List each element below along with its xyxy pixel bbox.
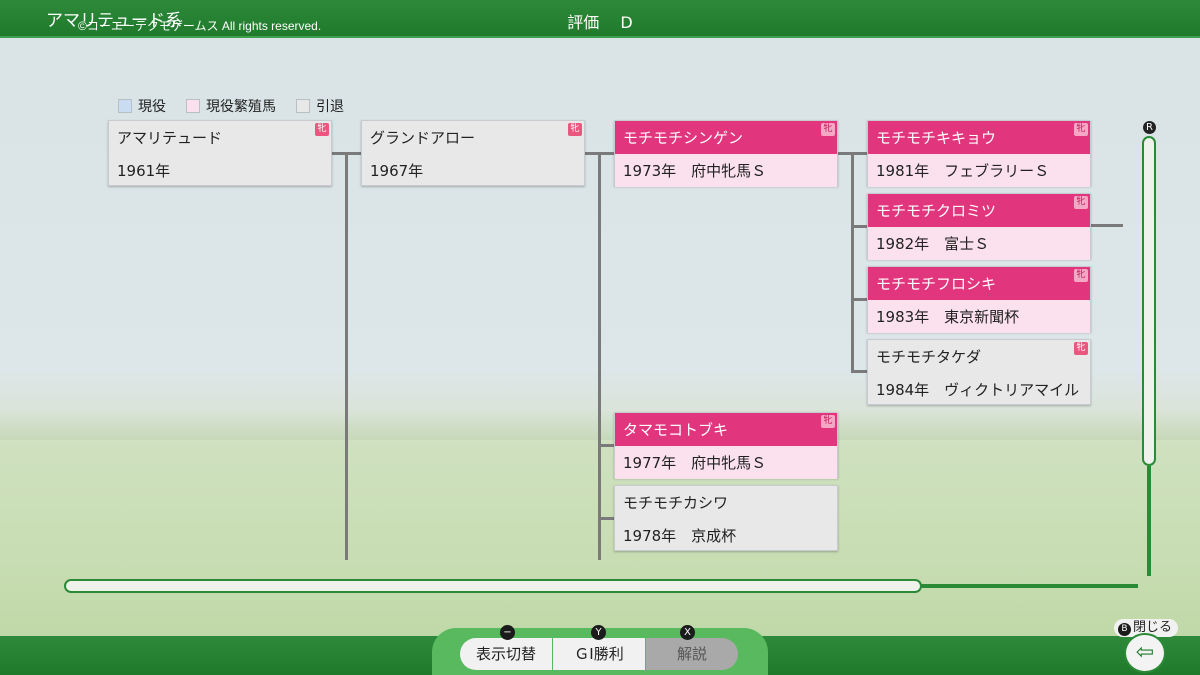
connector	[851, 225, 868, 228]
horse-card[interactable]: アマリテュード 1961年 牝	[108, 120, 332, 186]
female-badge: 牝	[821, 415, 835, 428]
commentary-button[interactable]: 解説	[646, 638, 738, 670]
horse-card[interactable]: グランドアロー 1967年 牝	[361, 120, 585, 186]
connector	[1091, 224, 1123, 227]
rating-label: 評価	[567, 13, 600, 32]
minus-button-icon: −	[500, 625, 515, 640]
horse-card[interactable]: モチモチタケダ 1984年 ヴィクトリアマイル 牝	[867, 339, 1091, 405]
legend: 現役 現役繁殖馬 引退	[118, 96, 344, 116]
horse-name: モチモチタケダ	[876, 348, 982, 366]
close-button[interactable]: ⇦	[1124, 633, 1166, 673]
horse-name: アマリテュード	[117, 129, 223, 147]
horse-name: モチモチキキョウ	[868, 121, 1090, 154]
connector	[345, 152, 348, 560]
horse-info: 1967年	[370, 162, 424, 180]
toggle-display-button[interactable]: 表示切替	[460, 638, 552, 670]
horse-info: 1978年 京成杯	[623, 527, 737, 545]
connector	[598, 517, 615, 520]
horizontal-scrollbar[interactable]	[64, 579, 922, 593]
connector	[851, 152, 854, 372]
legend-item-retired: 引退	[296, 96, 344, 116]
horse-name: モチモチカシワ	[623, 494, 729, 512]
horse-card[interactable]: モチモチキキョウ 1981年 フェブラリーＳ 牝	[867, 120, 1091, 187]
horse-info: 1982年 富士Ｓ	[868, 227, 1090, 260]
legend-item-breeding: 現役繁殖馬	[186, 96, 276, 116]
vertical-scrollbar-rest	[1147, 466, 1151, 576]
copyright: ©コーエーテクモゲームス All rights reserved.	[78, 19, 322, 33]
female-badge: 牝	[568, 123, 582, 136]
legend-label: 現役	[138, 99, 166, 115]
horse-card[interactable]: モチモチクロミツ 1982年 富士Ｓ 牝	[867, 193, 1091, 260]
legend-label: 現役繁殖馬	[206, 99, 276, 115]
horse-name: グランドアロー	[370, 129, 476, 147]
female-badge: 牝	[1074, 269, 1088, 282]
female-badge: 牝	[1074, 342, 1088, 355]
connector	[851, 298, 868, 301]
y-button-icon: Y	[591, 625, 606, 640]
horse-card[interactable]: モチモチカシワ 1978年 京成杯	[614, 485, 838, 551]
horse-name: モチモチシンゲン	[615, 121, 837, 154]
legend-swatch	[296, 99, 310, 113]
r-stick-icon: R	[1143, 121, 1156, 134]
female-badge: 牝	[1074, 123, 1088, 136]
horse-name: タマモコトブキ	[615, 413, 837, 446]
horse-name: モチモチフロシキ	[868, 267, 1090, 300]
horse-info: 1981年 フェブラリーＳ	[868, 154, 1090, 187]
female-badge: 牝	[1074, 196, 1088, 209]
connector	[598, 444, 615, 447]
vertical-scrollbar[interactable]	[1142, 136, 1156, 466]
b-button-icon: B	[1118, 623, 1131, 636]
horse-card[interactable]: モチモチシンゲン 1973年 府中牝馬Ｓ 牝	[614, 120, 838, 187]
legend-swatch	[118, 99, 132, 113]
g1-wins-button[interactable]: ＧⅠ勝利	[553, 638, 645, 670]
horse-info: 1983年 東京新聞杯	[868, 300, 1090, 333]
x-button-icon: X	[680, 625, 695, 640]
connector	[598, 152, 601, 560]
rating-value: D	[620, 13, 633, 32]
top-bar: アマリテュード系 ©コーエーテクモゲームス All rights reserve…	[0, 0, 1200, 38]
connector	[851, 370, 868, 373]
horse-info: 1984年 ヴィクトリアマイル	[876, 381, 1080, 399]
horse-info: 1977年 府中牝馬Ｓ	[615, 446, 837, 479]
horse-info: 1973年 府中牝馬Ｓ	[615, 154, 837, 187]
legend-label: 引退	[316, 99, 344, 115]
horse-card[interactable]: タマモコトブキ 1977年 府中牝馬Ｓ 牝	[614, 412, 838, 479]
horse-name: モチモチクロミツ	[868, 194, 1090, 227]
horse-info: 1961年	[117, 162, 171, 180]
legend-swatch	[186, 99, 200, 113]
legend-item-active: 現役	[118, 96, 166, 116]
horse-card[interactable]: モチモチフロシキ 1983年 東京新聞杯 牝	[867, 266, 1091, 333]
female-badge: 牝	[315, 123, 329, 136]
female-badge: 牝	[821, 123, 835, 136]
horizontal-scrollbar-rest	[920, 584, 1138, 588]
